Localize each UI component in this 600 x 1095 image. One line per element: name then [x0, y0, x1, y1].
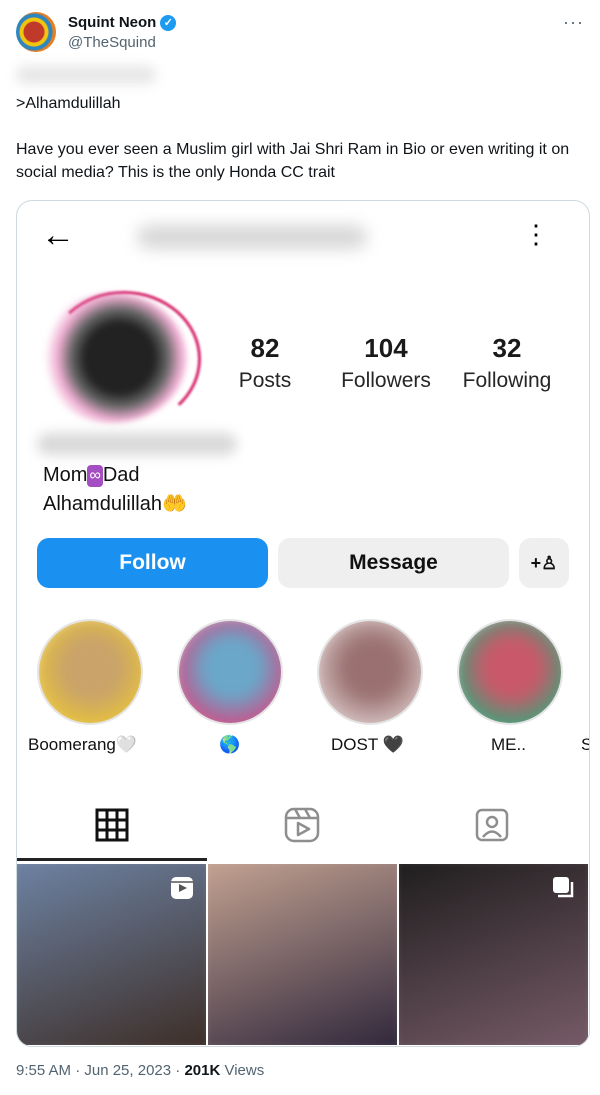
- author-name[interactable]: Squint Neon ✓: [68, 14, 177, 31]
- profile-tabs: [17, 789, 589, 861]
- tweet-text: >Alhamdulillah Have you ever seen a Musl…: [16, 92, 584, 207]
- message-button[interactable]: Message: [278, 538, 509, 588]
- highlight-label: S: [581, 735, 589, 755]
- views-count: 201K: [184, 1062, 221, 1079]
- tweet-quote-line: >Alhamdulillah: [16, 95, 121, 112]
- redacted-text: [16, 66, 156, 84]
- verified-badge-icon: ✓: [160, 14, 177, 31]
- bio-line-1: Mom ∞ Dad: [43, 464, 140, 487]
- instagram-top-bar: ← ⋮: [17, 201, 589, 271]
- more-menu-icon[interactable]: ⋮: [523, 219, 549, 249]
- highlight-me[interactable]: [457, 619, 563, 725]
- profile-bio: Mom ∞ Dad Alhamdulillah🤲: [43, 461, 187, 519]
- post-thumbnail[interactable]: [399, 864, 588, 1045]
- highlight-label: DOST 🖤: [331, 735, 404, 754]
- author-avatar[interactable]: [16, 12, 56, 52]
- follow-button[interactable]: Follow: [37, 538, 268, 588]
- stat-following[interactable]: 32 Following: [447, 333, 567, 393]
- reel-icon: [171, 877, 193, 899]
- tab-reels[interactable]: [207, 789, 397, 861]
- back-arrow-icon[interactable]: ←: [41, 215, 75, 255]
- more-options-icon[interactable]: ···: [563, 12, 584, 33]
- stat-posts[interactable]: 82 Posts: [205, 333, 325, 393]
- post-thumbnail[interactable]: [17, 864, 206, 1045]
- highlight-dost[interactable]: [317, 619, 423, 725]
- tweet-timestamp: 9:55 AM · Jun 25, 2023 · 201K Views: [16, 1062, 265, 1079]
- attached-screenshot[interactable]: ← ⋮ 82 Posts 104 Followers 32 Following …: [16, 200, 590, 1047]
- active-tab-indicator: [17, 858, 207, 861]
- add-person-icon[interactable]: +♙: [519, 538, 569, 588]
- highlight-label: 🌎: [219, 735, 241, 754]
- tagged-icon: [475, 808, 509, 842]
- profile-picture[interactable]: [37, 293, 187, 423]
- highlight-globe[interactable]: [177, 619, 283, 725]
- infinity-emoji-icon: ∞: [87, 464, 103, 487]
- tab-grid[interactable]: [17, 789, 207, 861]
- stat-followers[interactable]: 104 Followers: [326, 333, 446, 393]
- highlight-boomerang[interactable]: [37, 619, 143, 725]
- reels-icon: [284, 807, 320, 843]
- tab-tagged[interactable]: [397, 789, 587, 861]
- tweet-body: Have you ever seen a Muslim girl with Ja…: [16, 141, 570, 181]
- carousel-icon: [553, 877, 574, 898]
- tweet-header: Squint Neon ✓ @TheSquind ···: [16, 12, 584, 56]
- redacted-username: [137, 225, 367, 249]
- grid-icon: [95, 808, 129, 842]
- post-thumbnail[interactable]: [208, 864, 397, 1045]
- bio-line-2: Alhamdulillah🤲: [43, 493, 187, 515]
- highlight-label: Boomerang🤍: [28, 735, 138, 754]
- author-handle[interactable]: @TheSquind: [68, 34, 156, 51]
- redacted-bio-line: [37, 433, 237, 455]
- highlight-label: ME..: [491, 735, 526, 754]
